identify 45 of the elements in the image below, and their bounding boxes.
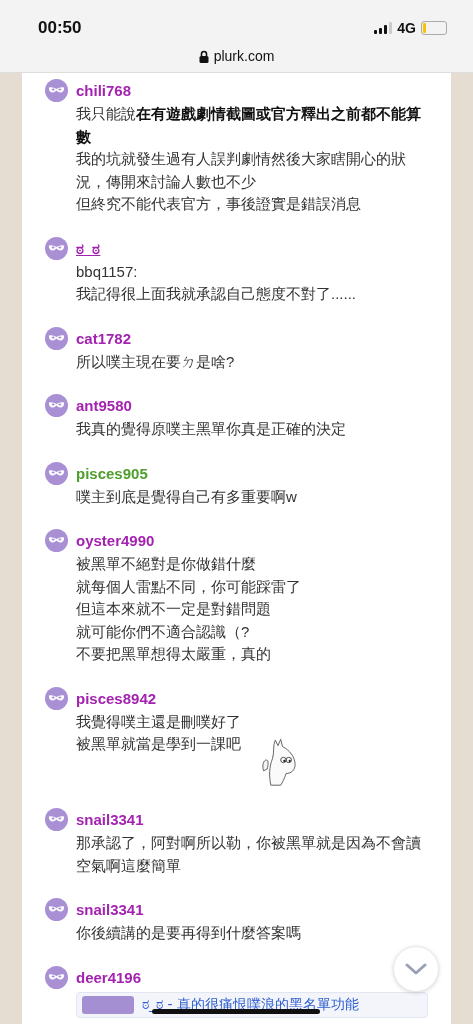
signal-icon bbox=[374, 22, 393, 34]
mask-avatar-icon[interactable] bbox=[45, 394, 68, 417]
comment-text: 噗主到底是覺得自己有多重要啊w bbox=[76, 486, 297, 507]
comment-text: 但終究不能代表官方，事後證實是錯誤消息 bbox=[76, 194, 361, 214]
comment-text: 那承認了，阿對啊所以勒，你被黑單就是因為不會讀空氣啊這麼簡單 bbox=[76, 833, 422, 876]
comment-text: 所以噗主現在要ㄉ是啥? bbox=[76, 351, 235, 372]
username-link[interactable]: snail3341 bbox=[76, 808, 144, 832]
username-link[interactable]: pisces8942 bbox=[76, 686, 157, 711]
comment-text: bbq1157: bbox=[76, 261, 138, 282]
clock-time: 00:50 bbox=[38, 18, 82, 38]
comment-text: 被黑單就當是學到一課吧 bbox=[76, 734, 241, 754]
chevron-down-icon bbox=[405, 963, 427, 975]
comment-text: 就可能你們不適合認識（? bbox=[76, 621, 250, 642]
username-link[interactable]: ant9580 bbox=[76, 394, 132, 418]
username-link[interactable]: oyster4990 bbox=[76, 529, 155, 553]
mask-avatar-icon[interactable] bbox=[45, 808, 68, 831]
comment-text: 我的坑就發生過有人誤判劇情然後大家瞎開心的狀況，傳開來討論人數也不少 bbox=[76, 149, 407, 192]
username-link[interactable]: snail3341 bbox=[76, 898, 144, 922]
comment-text: 不要把黑單想得太嚴重，真的 bbox=[76, 644, 271, 664]
username-link[interactable]: cat1782 bbox=[76, 326, 132, 351]
comment-text: 我真的覺得原噗主黑單你真是正確的決定 bbox=[76, 419, 346, 439]
comment-text: 你後續講的是要再得到什麼答案嗎 bbox=[76, 923, 301, 943]
mask-avatar-icon[interactable] bbox=[45, 898, 68, 921]
lock-icon bbox=[198, 49, 209, 63]
mask-avatar-icon[interactable] bbox=[45, 965, 68, 989]
mask-avatar-icon[interactable] bbox=[45, 79, 68, 102]
mask-avatar-icon[interactable] bbox=[45, 461, 68, 485]
comment-text: 但這本來就不一定是對錯問題 bbox=[76, 599, 271, 619]
username-link[interactable]: ಠ_ಠ bbox=[76, 236, 101, 261]
comment-text: 我記得很上面我就承認自己態度不對了...... bbox=[76, 284, 356, 304]
comment-text: 就每個人雷點不同，你可能踩雷了 bbox=[76, 576, 301, 597]
username-link[interactable]: deer4196 bbox=[76, 965, 142, 990]
mask-avatar-icon[interactable] bbox=[45, 236, 68, 260]
network-type: 4G bbox=[397, 20, 416, 36]
mask-avatar-icon[interactable] bbox=[45, 686, 68, 710]
comment-text: 我只能說在有遊戲劇情截圖或官方釋出之前都不能算數 bbox=[76, 104, 422, 147]
url-text[interactable]: plurk.com bbox=[213, 48, 275, 64]
mask-avatar-icon[interactable] bbox=[45, 529, 68, 552]
comment-text: 被黑單不絕對是你做錯什麼 bbox=[76, 554, 256, 574]
mask-avatar-icon[interactable] bbox=[45, 326, 68, 350]
battery-icon bbox=[421, 21, 447, 35]
comment-text: 我覺得噗主還是刪噗好了 bbox=[76, 711, 241, 732]
username-link[interactable]: chili768 bbox=[76, 79, 132, 103]
link-thumbnail bbox=[82, 995, 134, 1014]
username-link[interactable]: pisces905 bbox=[76, 461, 148, 486]
